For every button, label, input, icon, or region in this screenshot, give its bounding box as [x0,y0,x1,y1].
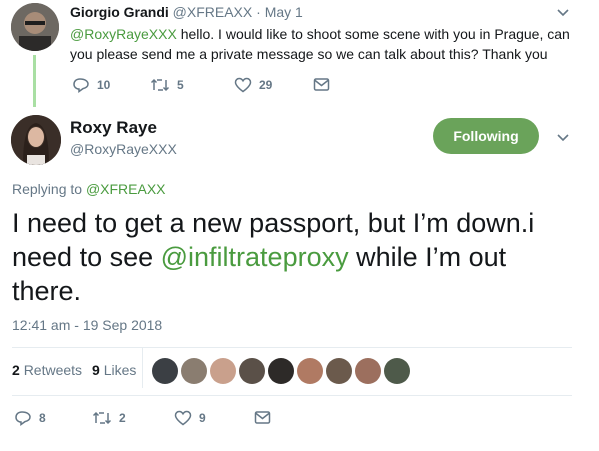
retweet-stat-label: Retweets [23,362,83,378]
liker-avatar[interactable] [297,358,323,384]
liker-avatar[interactable] [152,358,178,384]
chevron-down-icon[interactable] [556,8,570,18]
reply-tweet-text: @RoxyRayeXXX hello. I would like to shoo… [70,24,570,64]
author-handle[interactable]: @XFREAXX [173,4,253,20]
envelope-icon [313,78,330,91]
retweet-count: 5 [177,78,184,92]
likers-avatars [152,358,413,384]
following-button[interactable]: Following [433,118,539,154]
mention-link[interactable]: @infiltrateproxy [161,242,349,272]
message-button[interactable] [313,77,330,92]
retweet-stat[interactable]: 2 Retweets [12,362,82,378]
like-stat-label: Likes [103,362,137,378]
reply-count: 10 [97,78,111,92]
divider [12,395,572,396]
divider [12,347,572,348]
like-button[interactable]: 9 [174,410,206,426]
chevron-down-icon[interactable] [556,133,570,143]
meta-separator: · [256,4,261,20]
reply-header: Giorgio Grandi @XFREAXX · May 1 [70,4,303,20]
replying-to-link[interactable]: @XFREAXX [86,181,166,197]
liker-avatar[interactable] [210,358,236,384]
tweet-date[interactable]: May 1 [265,4,303,20]
tweet-text: I need to get a new passport, but I’m do… [12,206,572,308]
author-handle[interactable]: @RoxyRayeXXX [70,141,177,157]
avatar[interactable] [11,115,61,165]
avatar[interactable] [11,3,59,51]
like-button[interactable]: 29 [234,77,272,93]
liker-avatar[interactable] [268,358,294,384]
reply-button[interactable]: 10 [72,77,110,93]
retweet-button[interactable]: 2 [92,410,126,426]
liker-avatar[interactable] [355,358,381,384]
like-stat-count: 9 [92,362,100,378]
replying-to: Replying to @XFREAXX [12,181,166,197]
thread-connector-line [33,55,36,107]
like-count: 29 [259,78,273,92]
liker-avatar[interactable] [384,358,410,384]
message-button[interactable] [254,410,271,425]
tweet-stats: 2 Retweets 9 Likes [12,362,146,378]
envelope-icon [254,411,271,424]
retweet-icon [92,411,112,425]
retweet-button[interactable]: 5 [150,77,184,93]
like-count: 9 [199,411,206,425]
mention-link[interactable]: @RoxyRayeXXX [70,26,177,42]
heart-icon [234,77,252,93]
heart-icon [174,410,192,426]
retweet-count: 2 [119,411,126,425]
liker-avatar[interactable] [239,358,265,384]
retweet-icon [150,78,170,92]
stats-separator [142,348,143,388]
reply-icon [73,78,89,93]
liker-avatar[interactable] [181,358,207,384]
reply-count: 8 [39,411,46,425]
replying-prefix: Replying to [12,181,83,197]
reply-button[interactable]: 8 [14,410,46,426]
author-name[interactable]: Roxy Raye [70,118,157,138]
liker-avatar[interactable] [326,358,352,384]
author-name[interactable]: Giorgio Grandi [70,4,169,20]
reply-icon [15,411,31,426]
like-stat[interactable]: 9 Likes [92,362,136,378]
retweet-stat-count: 2 [12,362,20,378]
tweet-timestamp[interactable]: 12:41 am - 19 Sep 2018 [12,317,162,333]
